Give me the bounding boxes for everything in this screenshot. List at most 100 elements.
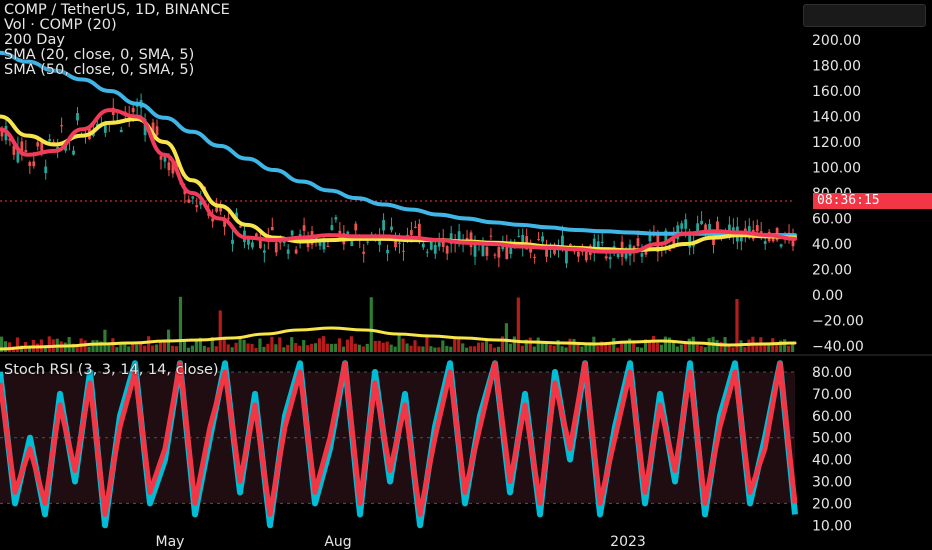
candle-body — [481, 244, 485, 257]
price-tick-label: −40.00 — [812, 339, 864, 355]
legend-ma200: 200 Day — [4, 32, 65, 48]
candle-body — [32, 161, 36, 167]
candle-body — [394, 240, 397, 248]
volume-bar — [508, 343, 512, 352]
volume-bar — [353, 343, 357, 352]
volume-bar — [548, 344, 552, 352]
volume-bar — [409, 345, 413, 352]
volume-bar — [262, 346, 266, 352]
candle-body — [763, 241, 767, 244]
candle-body — [668, 249, 672, 251]
volume-bar — [361, 346, 365, 352]
volume-bar — [333, 343, 338, 352]
volume-bar — [278, 337, 282, 352]
stoch-tick-label: 40.00 — [812, 453, 852, 469]
price-tick-label: 0.00 — [812, 288, 843, 304]
candle-body — [239, 225, 242, 228]
candle-body — [616, 253, 620, 258]
volume-bar — [250, 343, 254, 352]
candle-body — [254, 233, 258, 237]
candle-body — [437, 242, 441, 247]
volume-bar — [206, 347, 210, 352]
ma200-line — [0, 50, 797, 238]
candle-body — [302, 225, 306, 231]
volume-bar — [659, 344, 664, 352]
candle-body — [227, 217, 230, 219]
volume-bar — [357, 344, 361, 352]
volume-bar — [294, 343, 298, 352]
volume-bar — [679, 344, 683, 352]
candle-body — [159, 155, 163, 160]
volume-bar — [731, 347, 735, 352]
volume-bar — [703, 347, 707, 352]
volume-bar — [632, 342, 636, 352]
volume-bar — [457, 338, 461, 352]
candle-body — [421, 243, 425, 248]
candle-body — [326, 245, 330, 247]
candle-body — [386, 249, 389, 254]
volume-bar — [47, 336, 51, 352]
candle-body — [755, 224, 759, 232]
candle-body — [410, 230, 413, 235]
volume-bar — [516, 297, 520, 352]
volume-bar — [318, 338, 322, 352]
volume-bar — [190, 345, 194, 352]
candle-body — [779, 244, 783, 247]
stoch-tick-label: 30.00 — [812, 475, 852, 491]
volume-bar — [155, 344, 159, 352]
volume-bar — [385, 341, 389, 352]
volume-bar — [151, 345, 155, 352]
volume-bar — [131, 344, 135, 352]
volume-bar — [480, 342, 485, 352]
volume-bar — [453, 337, 457, 352]
volume-bar — [365, 343, 369, 352]
volume-bar — [286, 344, 290, 352]
volume-bar — [369, 297, 373, 352]
chart-canvas[interactable]: 200.00 180.00 160.00 140.00 120.00 100.00 80.0… — [0, 0, 932, 550]
legend-vol: Vol · COMP (20) — [4, 17, 117, 33]
volume-bar — [147, 336, 151, 352]
chart-root: 200.00 180.00 160.00 140.00 120.00 100.00 80.0… — [0, 0, 932, 550]
candle-body — [537, 239, 541, 241]
candle-body — [270, 227, 274, 231]
volume-bar — [783, 339, 787, 352]
candle-body — [24, 150, 28, 153]
volume-bar — [373, 340, 377, 352]
price-tag: 08:36:15 — [813, 193, 932, 209]
volume-bar — [329, 343, 334, 352]
volume-bar — [226, 344, 230, 352]
volume-bar — [87, 346, 91, 352]
candle-body — [402, 250, 405, 252]
volume-bar — [639, 347, 644, 352]
toolbar-button[interactable] — [803, 4, 926, 27]
volume-bar — [536, 337, 540, 352]
candle-body — [433, 244, 437, 254]
candle-body — [191, 196, 195, 199]
volume-bar — [230, 347, 234, 352]
legend-title: COMP / TetherUS, 1D, BINANCE — [4, 2, 230, 18]
volume-bar — [465, 347, 469, 352]
volume-bar — [389, 344, 393, 352]
volume-bar — [699, 346, 703, 352]
volume-bar — [663, 336, 668, 352]
candle-body — [354, 223, 358, 231]
volume-bar — [687, 338, 691, 352]
volume-bar — [174, 346, 179, 352]
legend-stoch: Stoch RSI (3, 3, 14, 14, close) — [4, 362, 219, 378]
candle-body — [445, 246, 449, 254]
stoch-tick-label: 70.00 — [812, 387, 852, 403]
volume-bar — [441, 340, 445, 352]
volume-bar — [504, 323, 509, 352]
candle-body — [362, 251, 366, 254]
volume-bar — [298, 345, 302, 352]
price-tick-label: 200.00 — [812, 33, 861, 49]
stoch-tick-label: 20.00 — [812, 496, 852, 512]
candle-body — [251, 242, 254, 248]
volume-bar — [194, 340, 198, 352]
volume-bar — [266, 344, 270, 352]
volume-bar — [405, 343, 409, 352]
volume-bar — [274, 344, 278, 352]
volume-bar — [767, 344, 771, 352]
candle-body — [334, 217, 338, 220]
candle-body — [119, 129, 123, 133]
